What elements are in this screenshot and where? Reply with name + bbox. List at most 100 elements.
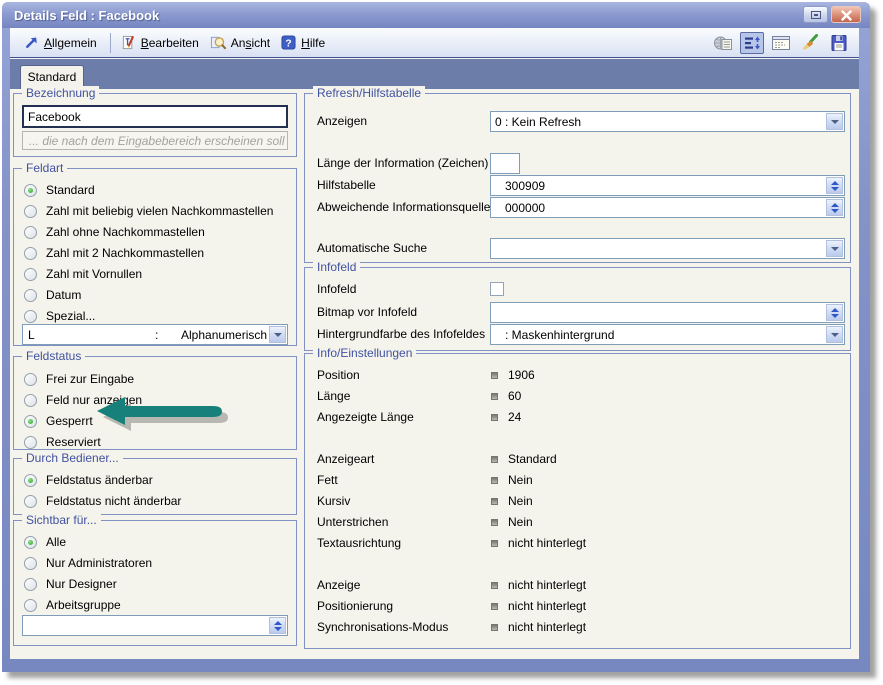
radio-icon [24,495,37,508]
radio-option-designer[interactable]: Nur Designer [24,575,290,593]
group-title: Refresh/Hilfstabelle [313,86,425,100]
bullet-icon [491,582,498,589]
informationsquelle-label: Abweichende Informationsquelle [317,200,490,214]
radio-icon [24,557,37,570]
minimize-button[interactable] [803,6,828,23]
radio-option-reserviert[interactable]: Reserviert [24,433,290,451]
tab-label: Standard [28,70,77,84]
info-row-textausrichtung: Textausrichtung nicht hinterlegt [317,536,842,554]
bullet-icon [491,456,498,463]
combo-code: L [28,328,35,342]
radio-icon [24,373,37,386]
radio-icon [24,394,37,407]
bitmap-label: Bitmap vor Infofeld [317,305,417,319]
field-value: : Maskenhintergrund [505,328,614,342]
radio-icon [24,268,37,281]
informationsquelle-spinner[interactable]: 000000 [490,197,845,218]
automatische-suche-label: Automatische Suche [317,241,427,255]
radio-icon [24,599,37,612]
hintergrundfarbe-label: Hintergrundfarbe des Infofeldes [317,327,485,341]
combo-text: Alphanumerisch [181,328,267,342]
hintergrundfarbe-select[interactable]: : Maskenhintergrund [490,324,845,345]
menu-bearbeiten[interactable]: Bearbeiten [117,33,206,52]
titlebar-buttons [803,6,861,23]
group-title: Sichtbar für... [22,513,101,527]
menubar: Allgemein Bearbeiten Ansicht [10,28,859,58]
radio-option-spezial[interactable]: Spezial... [24,307,290,325]
brush-icon[interactable] [798,32,822,54]
radio-label: Reserviert [46,435,101,449]
radio-option-zahl-beliebig[interactable]: Zahl mit beliebig vielen Nachkommastelle… [24,202,290,220]
radio-option-zahl-ohne[interactable]: Zahl ohne Nachkommastellen [24,223,290,241]
radio-option-vornullen[interactable]: Zahl mit Vornullen [24,265,290,283]
anzeigen-select[interactable]: 0 : Kein Refresh [490,111,845,132]
radio-option-frei[interactable]: Frei zur Eingabe [24,370,290,388]
radio-icon [24,436,37,449]
chevron-down-icon[interactable] [826,113,843,130]
menu-hilfe[interactable]: ? Hilfe [277,33,332,52]
spinner-arrows-icon[interactable] [826,304,843,321]
radio-option-gesperrt[interactable]: Gesperrt [24,412,290,430]
field-value: 0 : Kein Refresh [495,115,581,129]
hilfstabelle-spinner[interactable]: 300909 [490,175,845,196]
radio-option-datum[interactable]: Datum [24,286,290,304]
radio-label: Alle [46,535,66,549]
magnifier-icon [210,35,226,50]
globe-list-icon[interactable] [711,32,735,54]
radio-option-zahl-2[interactable]: Zahl mit 2 Nachkommastellen [24,244,290,262]
chevron-down-icon[interactable] [826,326,843,343]
info-row-laenge: Länge 60 [317,389,842,407]
radio-label: Standard [46,183,95,197]
sort-list-icon[interactable] [740,32,764,54]
laenge-information-label: Länge der Information (Zeichen) [317,156,488,170]
bezeichnung-hint-field[interactable]: ... die nach dem Eingabebereich erschein… [22,131,288,150]
automatische-suche-select[interactable] [490,238,845,259]
radio-label: Spezial... [46,309,95,323]
group-title: Durch Bediener... [22,451,123,465]
arbeitsgruppe-spinner[interactable] [22,615,288,636]
anzeigen-label: Anzeigen [317,114,367,128]
radio-label: Zahl mit Vornullen [46,267,142,281]
bullet-icon [491,519,498,526]
radio-label: Zahl mit 2 Nachkommastellen [46,246,204,260]
bitmap-spinner[interactable] [490,302,845,323]
info-row-position: Position 1906 [317,368,842,386]
menu-allgemein[interactable]: Allgemein [20,33,104,52]
group-info-einstellungen: Info/Einstellungen Position 1906 Länge 6… [304,353,851,649]
chevron-down-icon[interactable] [269,326,286,343]
save-icon[interactable] [827,32,851,54]
radio-icon [24,289,37,302]
menu-label: Bearbeiten [141,36,199,50]
close-button[interactable] [831,6,861,23]
laenge-information-input[interactable] [490,153,520,174]
radio-option-standard[interactable]: Standard [24,181,290,199]
bullet-icon [491,393,498,400]
radio-selected-icon [24,474,37,487]
feldart-type-select[interactable]: L : Alphanumerisch [22,324,288,345]
radio-label: Gesperrt [46,414,93,428]
radio-option-nur-anzeigen[interactable]: Feld nur anzeigen [24,391,290,409]
bezeichnung-input[interactable] [22,105,288,128]
radio-option-nicht-aenderbar[interactable]: Feldstatus nicht änderbar [24,492,290,510]
diagonal-arrow-icon [24,35,39,50]
infofeld-checkbox[interactable] [490,282,504,296]
group-sichtbar-fuer: Sichtbar für... Alle Nur Administratoren… [13,520,297,646]
radio-option-arbeitsgruppe[interactable]: Arbeitsgruppe [24,596,290,614]
radio-option-alle[interactable]: Alle [24,533,290,551]
spinner-arrows-icon[interactable] [269,617,286,634]
form-preview-icon[interactable] [769,32,793,54]
group-feldart: Feldart Standard Zahl mit beliebig viele… [13,168,297,346]
chevron-down-icon[interactable] [826,240,843,257]
radio-option-administratoren[interactable]: Nur Administratoren [24,554,290,572]
menu-separator [110,33,111,53]
group-refresh-hilfstabelle: Refresh/Hilfstabelle Anzeigen 0 : Kein R… [304,93,851,263]
help-icon: ? [281,35,296,50]
menu-ansicht[interactable]: Ansicht [206,33,277,52]
spinner-arrows-icon[interactable] [826,177,843,194]
field-value: 000000 [505,201,545,215]
spinner-arrows-icon[interactable] [826,199,843,216]
close-icon [841,10,852,21]
radio-option-aenderbar[interactable]: Feldstatus änderbar [24,471,290,489]
group-infofeld: Infofeld Infofeld Bitmap vor Infofeld Hi… [304,267,851,351]
radio-label: Arbeitsgruppe [46,598,121,612]
